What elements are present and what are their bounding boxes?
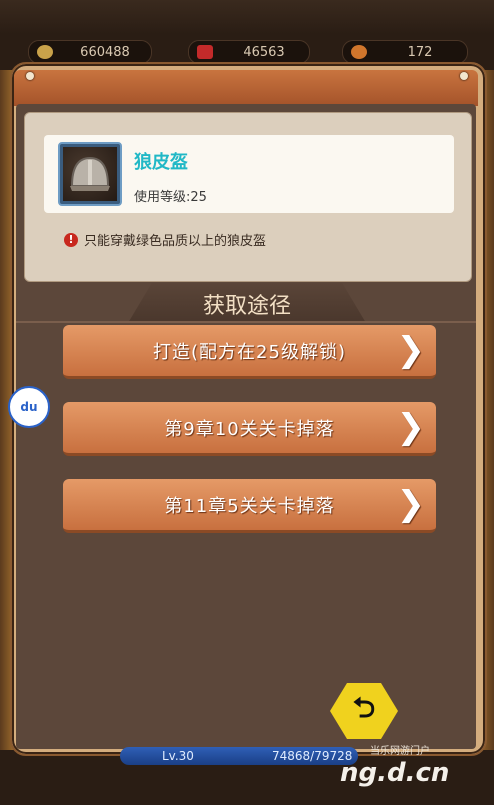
- panel-header: [14, 70, 478, 106]
- item-name: 狼皮盔: [134, 152, 188, 173]
- top-background: [0, 0, 494, 34]
- warning-icon: !: [64, 232, 78, 247]
- route-label: 第11章5关关卡掉落: [164, 495, 335, 517]
- gold-coin-icon: [37, 45, 53, 59]
- gem-counter: 46563: [188, 40, 310, 64]
- player-exp-bar: Lv.30 74868/79728: [120, 747, 358, 765]
- energy-counter: 172: [342, 40, 468, 64]
- gem-value: 46563: [243, 44, 285, 60]
- chevron-right-icon: ❯: [396, 330, 426, 370]
- section-divider: [16, 321, 476, 323]
- player-level: Lv.30: [162, 749, 194, 763]
- baidu-float-button[interactable]: du: [8, 386, 50, 428]
- route-label: 第9章10关关卡掉落: [164, 418, 335, 440]
- gold-value: 660488: [80, 44, 130, 60]
- restriction-text: 只能穿戴绿色品质以上的狼皮盔: [84, 234, 267, 249]
- gold-counter: 660488: [28, 40, 152, 64]
- route-button-chapter-11[interactable]: 第11章5关关卡掉落 ❯: [63, 479, 436, 533]
- meat-icon: [351, 45, 367, 59]
- rivet-icon: [26, 72, 34, 80]
- watermark-logo: ng.d.cn: [340, 758, 450, 788]
- helmet-icon: [63, 147, 117, 201]
- gem-icon: [197, 45, 213, 59]
- route-button-craft[interactable]: 打造(配方在25级解锁) ❯: [63, 325, 436, 379]
- baidu-paw-icon: du: [20, 400, 38, 414]
- rivet-icon: [460, 72, 468, 80]
- item-level: 使用等级:25: [134, 190, 207, 205]
- energy-value: 172: [407, 44, 433, 60]
- return-arrow-icon: ⮌: [352, 691, 376, 724]
- watermark-text: 当乐网游门户: [370, 746, 430, 757]
- item-icon-frame[interactable]: [58, 142, 122, 206]
- restriction-notice: ! 只能穿戴绿色品质以上的狼皮盔: [64, 230, 266, 249]
- section-title: 获取途径: [202, 294, 291, 319]
- chevron-right-icon: ❯: [396, 407, 426, 447]
- route-button-chapter-9[interactable]: 第9章10关关卡掉落 ❯: [63, 402, 436, 456]
- chevron-right-icon: ❯: [396, 484, 426, 524]
- route-label: 打造(配方在25级解锁): [153, 341, 346, 363]
